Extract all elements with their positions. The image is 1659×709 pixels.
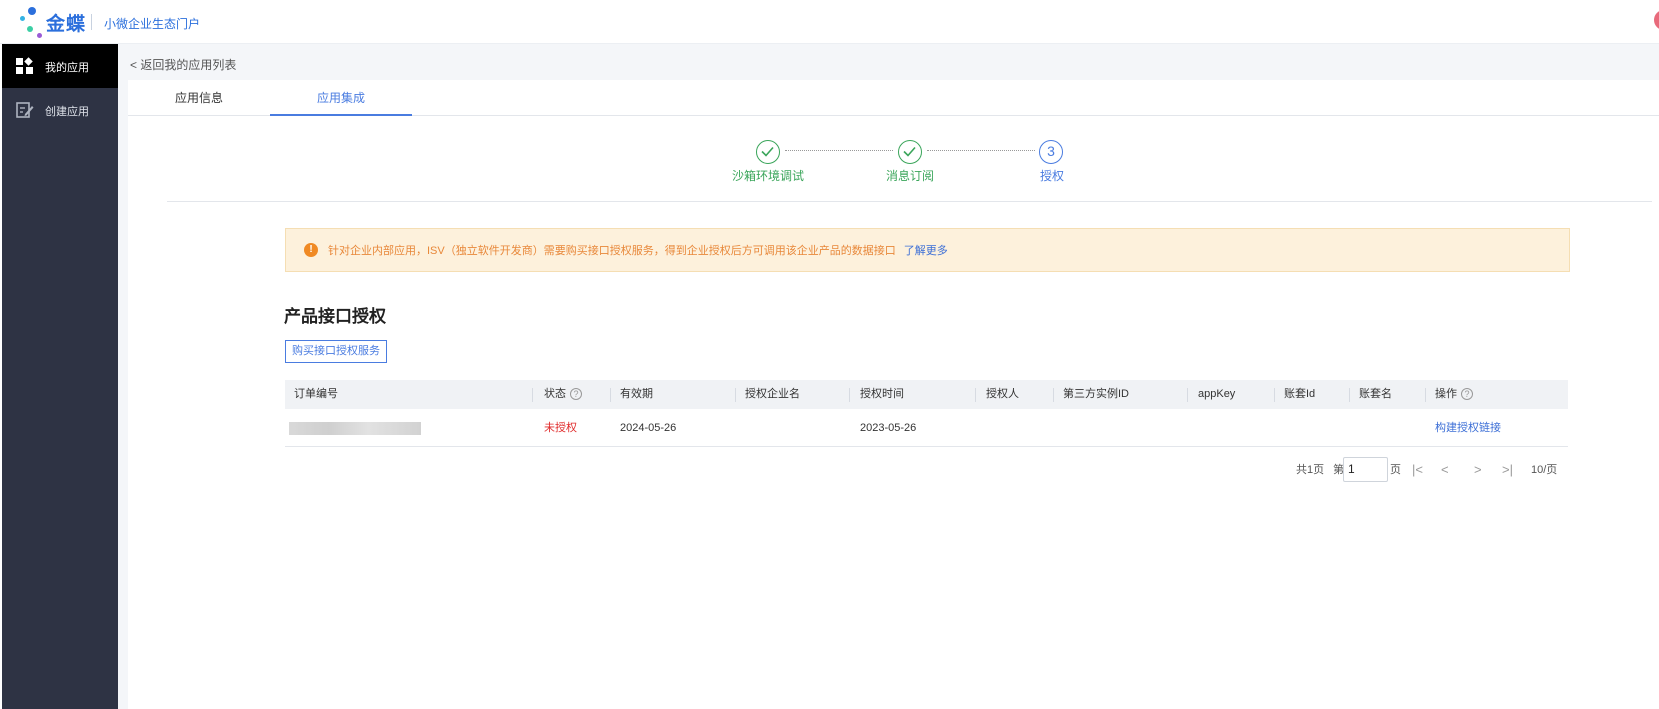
help-icon[interactable]: ? — [1461, 388, 1473, 401]
tab-bar: 应用信息 应用集成 — [128, 80, 1659, 116]
step-label-subscription: 消息订阅 — [886, 169, 935, 183]
status-badge: 未授权 — [544, 422, 577, 434]
col-action: 操作? — [1435, 380, 1473, 409]
page-total: 共1页 — [1296, 464, 1325, 476]
last-page-icon[interactable]: >| — [1502, 457, 1513, 483]
avatar[interactable] — [1654, 10, 1659, 30]
col-acct-name: 账套名 — [1359, 388, 1392, 400]
step-indicator: 3 沙箱环境调试 消息订阅 授权 — [700, 136, 1100, 186]
learn-more-link[interactable]: 了解更多 — [904, 242, 948, 258]
column-separator — [610, 388, 611, 402]
column-separator — [1274, 388, 1275, 402]
table-header: 订单编号 状态? 有效期 授权企业名 授权时间 授权人 第三方实例ID appK… — [285, 380, 1568, 409]
sidebar-item-my-apps[interactable]: 我的应用 — [2, 44, 118, 88]
column-separator — [1187, 388, 1188, 402]
check-circle-icon — [898, 140, 922, 164]
sidebar-item-create-app[interactable]: 创建应用 — [2, 88, 118, 132]
brand-name[interactable]: 金蝶 — [46, 9, 86, 36]
edit-doc-icon — [16, 102, 34, 118]
top-bar: 金蝶 小微企业生态门户 — [0, 0, 1659, 44]
apps-grid-icon — [16, 57, 33, 74]
col-valid-until: 有效期 — [620, 388, 653, 400]
divider — [167, 201, 1652, 202]
sidebar-item-label: 创建应用 — [45, 106, 89, 118]
prev-page-icon[interactable]: < — [1441, 457, 1449, 483]
column-separator — [849, 388, 850, 402]
page-number-input[interactable]: 1 — [1343, 457, 1388, 482]
tab-app-integration[interactable]: 应用集成 — [270, 80, 412, 116]
brand-divider — [91, 14, 92, 30]
column-separator — [735, 388, 736, 402]
column-separator — [1425, 388, 1426, 402]
step-connector — [927, 150, 1035, 151]
col-action-label: 操作 — [1435, 388, 1457, 400]
column-separator — [532, 388, 533, 402]
col-acct-id: 账套Id — [1284, 388, 1316, 400]
auth-time-cell: 2023-05-26 — [860, 422, 917, 434]
column-separator — [1349, 388, 1350, 402]
section-title: 产品接口授权 — [284, 307, 386, 326]
next-page-icon[interactable]: > — [1474, 457, 1482, 483]
col-instance-id: 第三方实例ID — [1063, 388, 1129, 400]
step-number: 3 — [1039, 140, 1063, 164]
table-row: 未授权 2024-05-26 2023-05-26 构建授权链接 — [285, 409, 1568, 447]
sidebar-item-label: 我的应用 — [45, 62, 89, 74]
col-status-label: 状态 — [544, 388, 566, 400]
sidebar: 我的应用 创建应用 — [2, 44, 118, 709]
col-authorizer: 授权人 — [986, 388, 1019, 400]
valid-until-cell: 2024-05-26 — [620, 422, 677, 434]
column-separator — [1053, 388, 1054, 402]
step-label-sandbox: 沙箱环境调试 — [732, 169, 805, 183]
per-page-select[interactable]: 10/页 — [1531, 457, 1557, 483]
first-page-icon[interactable]: |< — [1412, 457, 1423, 483]
col-order-no: 订单编号 — [294, 388, 338, 400]
col-auth-time: 授权时间 — [860, 388, 904, 400]
notice-text: 针对企业内部应用，ISV（独立软件开发商）需要购买接口授权服务，得到企业授权后方… — [328, 245, 896, 257]
portal-title: 小微企业生态门户 — [104, 17, 201, 31]
buy-auth-service-button[interactable]: 购买接口授权服务 — [285, 340, 387, 363]
col-app-key: appKey — [1198, 388, 1236, 400]
page-suffix: 页 — [1390, 464, 1401, 476]
help-icon[interactable]: ? — [570, 388, 582, 401]
check-circle-icon — [756, 140, 780, 164]
warning-icon: ! — [304, 243, 318, 257]
notice-banner: ! 针对企业内部应用，ISV（独立软件开发商）需要购买接口授权服务，得到企业授权… — [285, 228, 1570, 272]
step-connector — [785, 150, 893, 151]
redacted-order-no — [289, 422, 421, 435]
column-separator — [975, 388, 976, 402]
col-status: 状态? — [544, 380, 582, 409]
tab-app-info[interactable]: 应用信息 — [128, 80, 270, 116]
step-label-authorize: 授权 — [1040, 169, 1065, 183]
build-auth-link-button[interactable]: 构建授权链接 — [1435, 409, 1501, 447]
col-company: 授权企业名 — [745, 388, 800, 400]
back-to-app-list-link[interactable]: < 返回我的应用列表 — [130, 56, 236, 73]
